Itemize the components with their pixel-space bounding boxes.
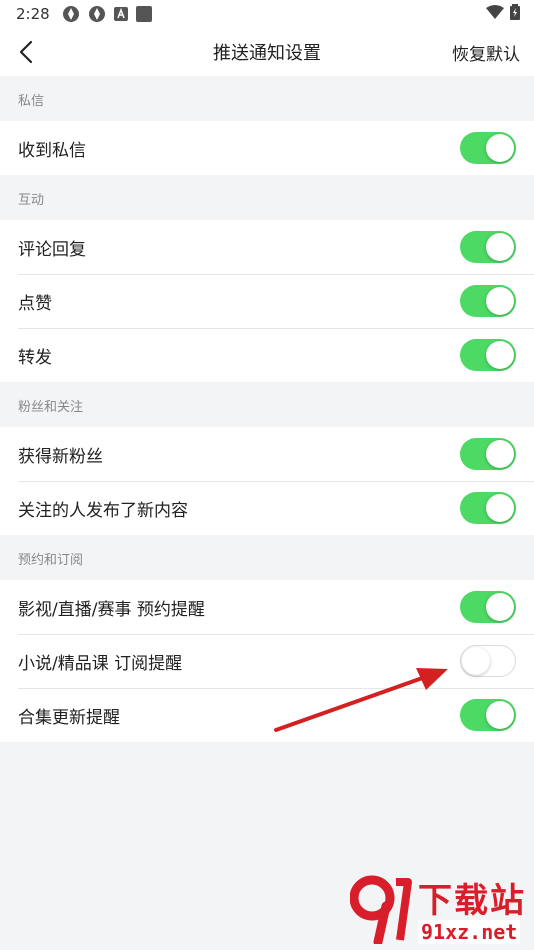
wifi-icon: [486, 5, 504, 23]
setting-label: 合集更新提醒: [18, 707, 120, 728]
settings-group: 收到私信: [0, 121, 534, 175]
setting-label: 评论回复: [18, 239, 86, 260]
notification-toggle[interactable]: [460, 645, 516, 677]
font-notification-icon: [113, 7, 128, 21]
status-bar: 2:28: [0, 0, 534, 28]
notification-toggle[interactable]: [460, 438, 516, 470]
setting-label: 影视/直播/赛事 预约提醒: [18, 599, 205, 620]
battery-icon: [510, 4, 520, 24]
notification-toggle[interactable]: [460, 339, 516, 371]
app-notification-icon: [88, 5, 106, 23]
setting-row: 影视/直播/赛事 预约提醒: [0, 580, 534, 634]
setting-label: 收到私信: [18, 140, 86, 161]
settings-group: 评论回复 点赞 转发: [0, 220, 534, 382]
setting-row: 转发: [0, 328, 534, 382]
toggle-knob: [486, 440, 514, 468]
watermark-logo-icon: [349, 874, 414, 947]
section-header: 粉丝和关注: [0, 382, 534, 427]
watermark: 下载站 91xz.net: [349, 874, 526, 947]
toggle-knob: [486, 134, 514, 162]
toggle-knob: [486, 233, 514, 261]
section-header: 互动: [0, 175, 534, 220]
notification-toggle[interactable]: [460, 285, 516, 317]
notification-toggle[interactable]: [460, 492, 516, 524]
red-arrow-annotation: [274, 668, 448, 732]
square-notification-icon: [135, 6, 152, 22]
notification-toggle[interactable]: [460, 591, 516, 623]
setting-label: 转发: [18, 347, 52, 368]
settings-list: 私信收到私信互动评论回复点赞转发粉丝和关注获得新粉丝关注的人发布了新内容预约和订…: [0, 76, 534, 742]
restore-defaults-button[interactable]: 恢复默认: [452, 40, 520, 65]
navigation-bar: 推送通知设置 恢复默认: [0, 28, 534, 76]
setting-row: 评论回复: [0, 220, 534, 274]
toggle-knob: [486, 341, 514, 369]
notification-toggle[interactable]: [460, 699, 516, 731]
toggle-knob: [486, 701, 514, 729]
section-header: 私信: [0, 76, 534, 121]
setting-row: 收到私信: [0, 121, 534, 175]
notification-toggle[interactable]: [460, 132, 516, 164]
toggle-knob: [462, 647, 490, 675]
watermark-url: 91xz.net: [418, 920, 521, 944]
toggle-knob: [486, 494, 514, 522]
setting-label: 小说/精品课 订阅提醒: [18, 653, 183, 674]
setting-label: 获得新粉丝: [18, 446, 103, 467]
section-header: 预约和订阅: [0, 535, 534, 580]
toggle-knob: [486, 287, 514, 315]
notification-toggle[interactable]: [460, 231, 516, 263]
status-time: 2:28: [16, 5, 50, 23]
setting-row: 关注的人发布了新内容: [0, 481, 534, 535]
watermark-title: 下载站: [418, 881, 526, 921]
app-notification-icon: [62, 5, 80, 23]
setting-row: 获得新粉丝: [0, 427, 534, 481]
setting-label: 关注的人发布了新内容: [18, 500, 188, 521]
setting-label: 点赞: [18, 293, 52, 314]
toggle-knob: [486, 593, 514, 621]
settings-group: 获得新粉丝关注的人发布了新内容: [0, 427, 534, 535]
setting-row: 点赞: [0, 274, 534, 328]
